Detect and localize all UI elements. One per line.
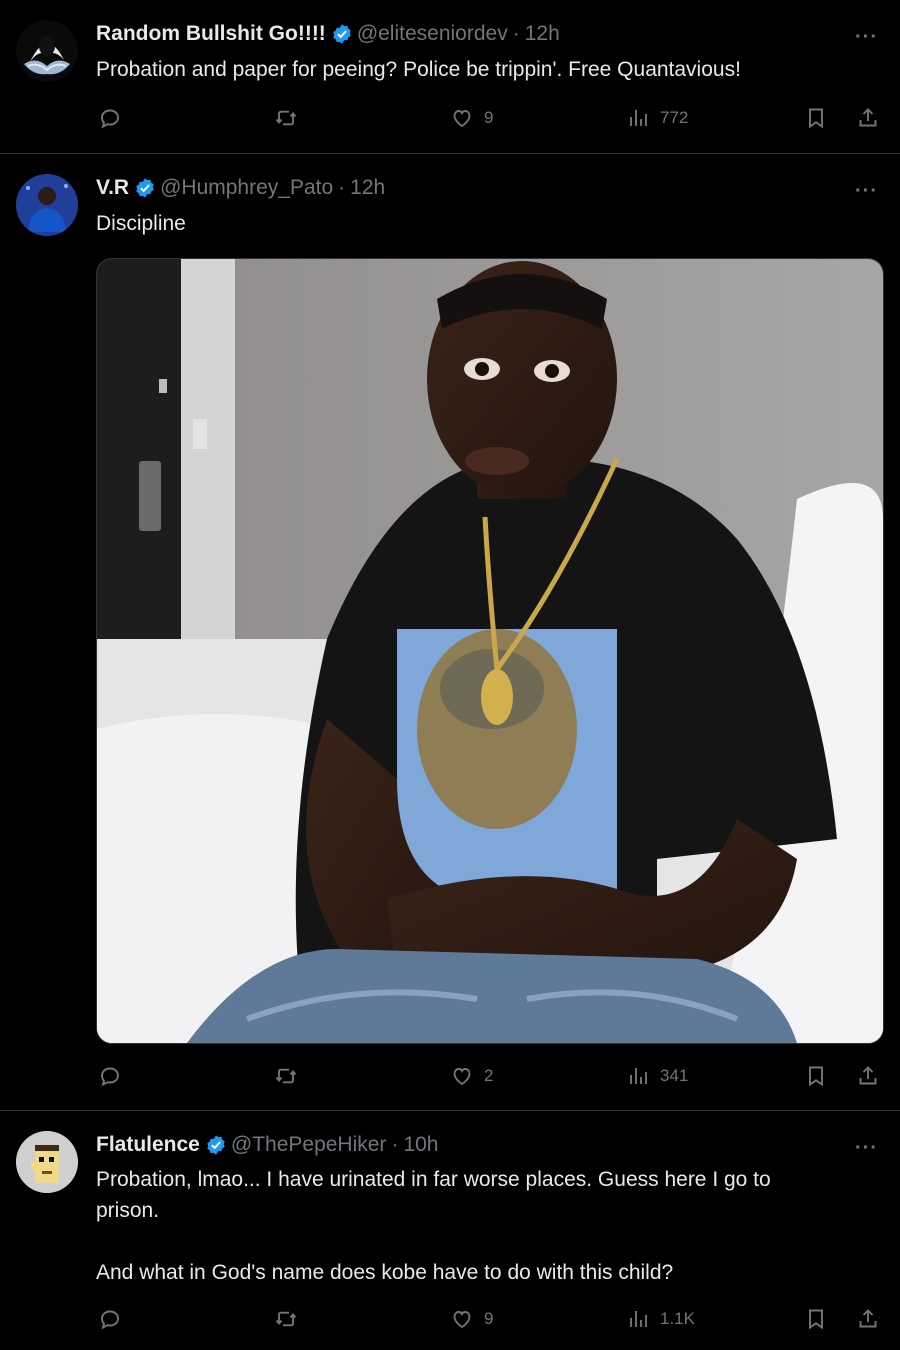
bookmark-icon bbox=[804, 106, 828, 130]
tweet-photo[interactable] bbox=[96, 258, 884, 1044]
heart-icon bbox=[450, 106, 474, 130]
display-name[interactable]: Random Bullshit Go!!!! bbox=[96, 22, 326, 46]
view-count: 1.1K bbox=[660, 1309, 695, 1328]
like-button[interactable]: 2 bbox=[450, 1064, 493, 1088]
bookmark-button[interactable] bbox=[804, 1064, 828, 1088]
tweet-3[interactable]: Flatulence @ThePepeHiker · 10h ··· Proba… bbox=[0, 1111, 900, 1350]
avatar[interactable] bbox=[16, 174, 78, 236]
separator-dot: · bbox=[338, 176, 346, 199]
avatar[interactable] bbox=[16, 20, 78, 82]
tweet-header: Flatulence @ThePepeHiker · 10h bbox=[96, 1133, 438, 1157]
heart-icon bbox=[450, 1307, 474, 1331]
reply-button[interactable] bbox=[98, 1064, 122, 1088]
tweet-text-line: Discipline bbox=[96, 212, 186, 235]
bookmark-button[interactable] bbox=[804, 106, 828, 130]
tweet-actions: 2 341 bbox=[0, 1064, 900, 1094]
user-handle[interactable]: @ThePepeHiker bbox=[231, 1133, 387, 1157]
tweet-header: V.R @Humphrey_Pato · 12h bbox=[96, 176, 385, 200]
timestamp[interactable]: 12h bbox=[525, 22, 560, 46]
tweet-text-line: Probation and paper for peeing? Police b… bbox=[96, 58, 741, 81]
display-name[interactable]: V.R bbox=[96, 176, 129, 200]
retweet-icon bbox=[274, 1307, 298, 1331]
bookmark-icon bbox=[804, 1307, 828, 1331]
verified-badge-icon bbox=[134, 177, 156, 199]
share-button[interactable] bbox=[856, 1064, 880, 1088]
share-icon bbox=[856, 1307, 880, 1331]
views-icon bbox=[626, 1307, 650, 1331]
tweet-text-line: Probation, lmao... I have urinated in fa… bbox=[96, 1168, 771, 1191]
more-options-icon[interactable]: ··· bbox=[855, 26, 878, 49]
view-count: 772 bbox=[660, 108, 689, 127]
retweet-icon bbox=[274, 1064, 298, 1088]
view-count: 341 bbox=[660, 1066, 689, 1085]
verified-badge-icon bbox=[205, 1134, 227, 1156]
tweet-actions: 9 1.1K bbox=[0, 1307, 900, 1337]
reply-button[interactable] bbox=[98, 106, 122, 130]
tweet-1[interactable]: Random Bullshit Go!!!! @eliteseniordev ·… bbox=[0, 0, 900, 153]
reply-icon bbox=[98, 1064, 122, 1088]
reply-icon bbox=[98, 1307, 122, 1331]
like-count: 9 bbox=[484, 108, 494, 127]
reply-button[interactable] bbox=[98, 1307, 122, 1331]
tweet-text-line: prison. bbox=[96, 1199, 160, 1222]
share-icon bbox=[856, 1064, 880, 1088]
like-button[interactable]: 9 bbox=[450, 1307, 493, 1331]
separator-dot: · bbox=[512, 22, 520, 45]
like-button[interactable]: 9 bbox=[450, 106, 493, 130]
avatar[interactable] bbox=[16, 1131, 78, 1193]
user-handle[interactable]: @eliteseniordev bbox=[357, 22, 508, 46]
like-count: 2 bbox=[484, 1066, 494, 1085]
views-icon bbox=[626, 106, 650, 130]
tweet-header: Random Bullshit Go!!!! @eliteseniordev ·… bbox=[96, 22, 560, 46]
tweet-text: Probation, lmao... I have urinated in fa… bbox=[96, 1164, 876, 1288]
views-button[interactable]: 772 bbox=[626, 106, 688, 130]
tweet-actions: 9 772 bbox=[0, 106, 900, 136]
retweet-icon bbox=[274, 106, 298, 130]
separator-dot: · bbox=[391, 1133, 399, 1156]
display-name[interactable]: Flatulence bbox=[96, 1133, 200, 1157]
bookmark-icon bbox=[804, 1064, 828, 1088]
timestamp[interactable]: 12h bbox=[350, 176, 385, 200]
tweet-2[interactable]: V.R @Humphrey_Pato · 12h ··· Discipline bbox=[0, 154, 900, 1110]
photo-illustration bbox=[97, 259, 883, 1043]
tweet-text-line: And what in God's name does kobe have to… bbox=[96, 1261, 674, 1284]
like-count: 9 bbox=[484, 1309, 494, 1328]
share-button[interactable] bbox=[856, 1307, 880, 1331]
user-handle[interactable]: @Humphrey_Pato bbox=[160, 176, 333, 200]
tweet-text: Discipline bbox=[96, 208, 186, 239]
views-icon bbox=[626, 1064, 650, 1088]
retweet-button[interactable] bbox=[274, 1307, 298, 1331]
heart-icon bbox=[450, 1064, 474, 1088]
bookmark-button[interactable] bbox=[804, 1307, 828, 1331]
views-button[interactable]: 341 bbox=[626, 1064, 688, 1088]
more-options-icon[interactable]: ··· bbox=[855, 180, 878, 203]
views-button[interactable]: 1.1K bbox=[626, 1307, 695, 1331]
reply-icon bbox=[98, 106, 122, 130]
retweet-button[interactable] bbox=[274, 1064, 298, 1088]
verified-badge-icon bbox=[331, 23, 353, 45]
retweet-button[interactable] bbox=[274, 106, 298, 130]
share-button[interactable] bbox=[856, 106, 880, 130]
more-options-icon[interactable]: ··· bbox=[855, 1137, 878, 1160]
share-icon bbox=[856, 106, 880, 130]
tweet-text: Probation and paper for peeing? Police b… bbox=[96, 54, 741, 85]
timestamp[interactable]: 10h bbox=[403, 1133, 438, 1157]
tweet-text-line bbox=[96, 1226, 876, 1257]
